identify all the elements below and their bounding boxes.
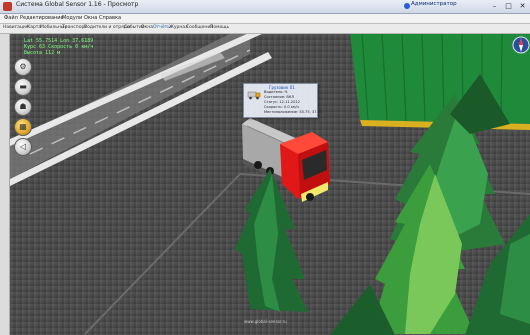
warehouse-icon[interactable]: ▦	[14, 118, 32, 136]
warehouse-roof	[350, 34, 530, 124]
map-3d-view[interactable]: Lat 55.7514 Lon 37.6189 Курс 63 Скорость…	[10, 34, 530, 335]
maximize-button[interactable]: □	[502, 2, 515, 11]
altitude-readout: Высота 112 м	[24, 50, 61, 56]
left-panel[interactable]	[0, 34, 10, 335]
menu-file[interactable]: Файл	[4, 15, 18, 21]
application-window: Система Global Sensor 1.16 - Просмотр Ад…	[0, 0, 530, 335]
vehicle-status: Статус: 12.11.2012	[264, 100, 300, 104]
close-button[interactable]: ✕	[516, 2, 529, 11]
minimize-button[interactable]: –	[488, 2, 501, 11]
truck-thumbnail-icon	[247, 91, 261, 100]
toolbar-item-windows[interactable]: Окна	[141, 25, 153, 30]
people-icon[interactable]: ☗	[14, 98, 32, 116]
vehicle-info-popup[interactable]: Грузовик 01 Водитель: Н. Состояние: ВКЛ …	[243, 83, 322, 118]
vehicle-speed: Скорость: 0.0 км/ч	[264, 105, 299, 109]
map-scene	[10, 34, 530, 335]
toolbar-item-help[interactable]: Помощь	[210, 25, 229, 30]
app-icon	[3, 2, 12, 11]
speaker-icon[interactable]: ◁	[14, 138, 32, 156]
menu-help[interactable]: Справка	[99, 15, 121, 21]
toolbar: Навигация Карта Мобильные Транспорт Води…	[0, 24, 530, 34]
vehicle-driver: Водитель: Н.	[264, 90, 289, 94]
toolbar-item-navigation[interactable]: Навигация	[3, 25, 29, 30]
current-user[interactable]: Администратор	[411, 1, 457, 7]
toolbar-item-messages[interactable]: Сообщения	[186, 25, 213, 30]
menu-modules[interactable]: Модули	[62, 15, 82, 21]
compass-icon[interactable]	[512, 34, 530, 56]
title-bar: Система Global Sensor 1.16 - Просмотр Ад…	[0, 0, 530, 14]
menu-bar: Файл Редактирование Модули Окна Справка	[0, 14, 530, 24]
vehicle-location: Местоположение: 55.75, 37.61	[264, 110, 323, 114]
user-icon	[404, 3, 410, 9]
menu-windows[interactable]: Окна	[84, 15, 97, 21]
vehicle-state: Состояние: ВКЛ	[264, 95, 295, 99]
gear-icon[interactable]: ⚙	[14, 58, 32, 76]
truck-icon[interactable]: ▬	[14, 78, 32, 96]
menu-edit[interactable]: Редактирование	[20, 15, 64, 21]
window-title: Система Global Sensor 1.16 - Просмотр	[16, 1, 139, 8]
watermark: www.global-sensor.ru	[244, 319, 287, 324]
